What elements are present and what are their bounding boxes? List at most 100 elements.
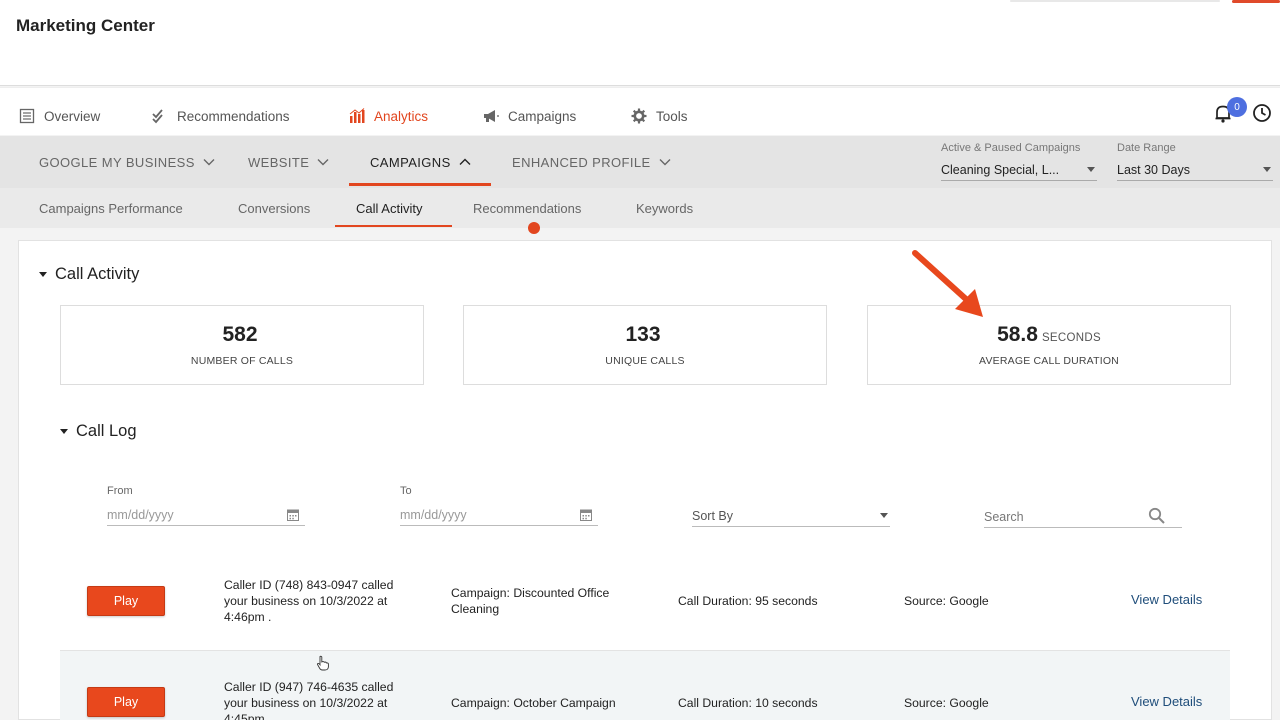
notification-badge: 0 [1227,97,1247,117]
subnav-google-my-business[interactable]: GOOGLE MY BUSINESS [39,136,215,188]
call-log-section-toggle[interactable]: Call Log [60,422,137,441]
call-duration: Call Duration: 10 seconds [678,696,818,710]
gear-icon [630,107,648,125]
nav-recommendations[interactable]: Recommendations [151,104,290,128]
subnav-enhanced-profile-label: ENHANCED PROFILE [512,154,651,170]
nav-tools-label: Tools [656,108,688,124]
stat-unit: SECONDS [1041,332,1101,344]
hand-cursor-icon [316,655,329,671]
tab-conversions[interactable]: Conversions [238,188,310,228]
double-check-icon [151,107,169,125]
calendar-icon[interactable] [580,508,592,521]
dropdown-caret-icon [1087,167,1095,172]
call-activity-section-toggle[interactable]: Call Activity [39,265,139,284]
date-range-value: Last 30 Days [1117,162,1190,177]
date-range-select[interactable]: Last 30 Days [1117,159,1273,181]
subnav-campaigns-label: CAMPAIGNS [370,154,451,170]
view-details-link[interactable]: View Details [1131,694,1202,709]
campaign-filter-label: Active & Paused Campaigns [941,142,1081,154]
campaign-line: Campaign: Discounted Office [451,586,610,600]
call-activity-title: Call Activity [55,265,140,283]
tab-keywords[interactable]: Keywords [636,188,693,228]
call-source: Source: Google [904,594,989,608]
chevron-down-icon [659,159,671,166]
bar-chart-icon [348,107,366,125]
tab-active-indicator [335,225,452,227]
list-icon [18,107,36,125]
nav-tools[interactable]: Tools [630,104,688,128]
nav-overview-label: Overview [44,108,101,124]
date-range-label: Date Range [1117,142,1176,154]
nav-analytics[interactable]: Analytics [348,104,428,128]
search-icon[interactable] [1148,507,1166,525]
subnav-website-label: WEBSITE [248,154,310,170]
subnav-campaigns[interactable]: CAMPAIGNS [370,136,471,188]
stat-label: UNIQUE CALLS [605,355,685,367]
call-log-row: Play Caller ID (748) 843-0947 called you… [60,550,1230,650]
call-log-title: Call Log [76,422,137,440]
dropdown-caret-icon [1263,167,1271,172]
to-date-label: To [400,485,412,497]
stat-label: NUMBER OF CALLS [190,355,294,367]
caller-info: Caller ID (947) 746-4635 called your bus… [224,679,393,720]
annotation-arrow-icon [912,250,983,317]
campaign-filter-value: Cleaning Special, L... [941,162,1060,177]
subnav-enhanced-profile[interactable]: ENHANCED PROFILE [512,136,671,188]
play-button[interactable]: Play [87,586,165,616]
stat-unique-calls: 133 UNIQUE CALLS [463,305,827,385]
play-button[interactable]: Play [87,687,165,717]
campaign-info: Campaign: Discounted Office Cleaning [451,585,609,617]
subnav-active-indicator [349,183,491,186]
caller-line: Caller ID (947) 746-4635 called [224,680,394,694]
nav-analytics-label: Analytics [374,108,429,124]
stat-value: 58.8 SECONDS [868,323,1230,347]
history-clock-icon[interactable] [1252,103,1272,123]
recommendations-alert-dot [528,222,540,234]
chevron-down-icon [317,159,329,166]
tab-call-activity[interactable]: Call Activity [356,188,422,228]
nav-recommendations-label: Recommendations [177,108,290,124]
dropdown-caret-icon [880,513,888,518]
from-date-label: From [107,485,133,497]
stat-value: 582 [61,323,423,347]
calendar-icon[interactable] [287,508,299,521]
stat-number-of-calls: 582 NUMBER OF CALLS [60,305,424,385]
top-action-edge [1232,0,1280,3]
caller-info: Caller ID (748) 843-0947 called your bus… [224,577,393,625]
call-log-row: Play Caller ID (947) 746-4635 called you… [60,650,1230,720]
app-title: Marketing Center [16,16,155,35]
sort-by-placeholder: Sort By [692,508,733,523]
call-duration: Call Duration: 95 seconds [678,594,818,608]
megaphone-icon [482,107,500,125]
chevron-down-icon [203,159,215,166]
to-date-input[interactable]: mm/dd/yyyy [400,504,598,526]
caller-line: 4:46pm . [224,610,272,624]
main-nav: Overview Recommendations Analytics Campa… [0,87,1280,135]
nav-campaigns[interactable]: Campaigns [482,104,576,128]
stat-number: 582 [222,323,258,346]
campaign-filter-select[interactable]: Cleaning Special, L... [941,159,1097,181]
view-details-link[interactable]: View Details [1131,592,1202,607]
campaign-line: Cleaning [451,602,500,616]
campaign-line: Campaign: October Campaign [451,696,616,710]
subnav-website[interactable]: WEBSITE [248,136,329,188]
tab-recommendations[interactable]: Recommendations [473,188,581,228]
nav-campaigns-label: Campaigns [508,108,577,124]
to-date-placeholder: mm/dd/yyyy [400,507,467,522]
stat-label: AVERAGE CALL DURATION [979,355,1119,367]
top-search-edge [1010,0,1220,2]
from-date-placeholder: mm/dd/yyyy [107,507,174,522]
campaign-info: Campaign: October Campaign [451,695,616,711]
caller-line: 4:45pm . [224,712,272,720]
caller-line: Caller ID (748) 843-0947 called [224,578,394,592]
sort-by-select[interactable]: Sort By [692,505,890,527]
stat-value: 133 [464,323,826,347]
caret-down-icon [39,272,47,277]
from-date-input[interactable]: mm/dd/yyyy [107,504,305,526]
caret-down-icon [60,429,68,434]
nav-overview[interactable]: Overview [18,104,100,128]
tab-campaigns-performance[interactable]: Campaigns Performance [39,188,183,228]
call-source: Source: Google [904,696,989,710]
stat-number: 133 [625,323,661,346]
search-input[interactable]: Search [984,506,1182,528]
